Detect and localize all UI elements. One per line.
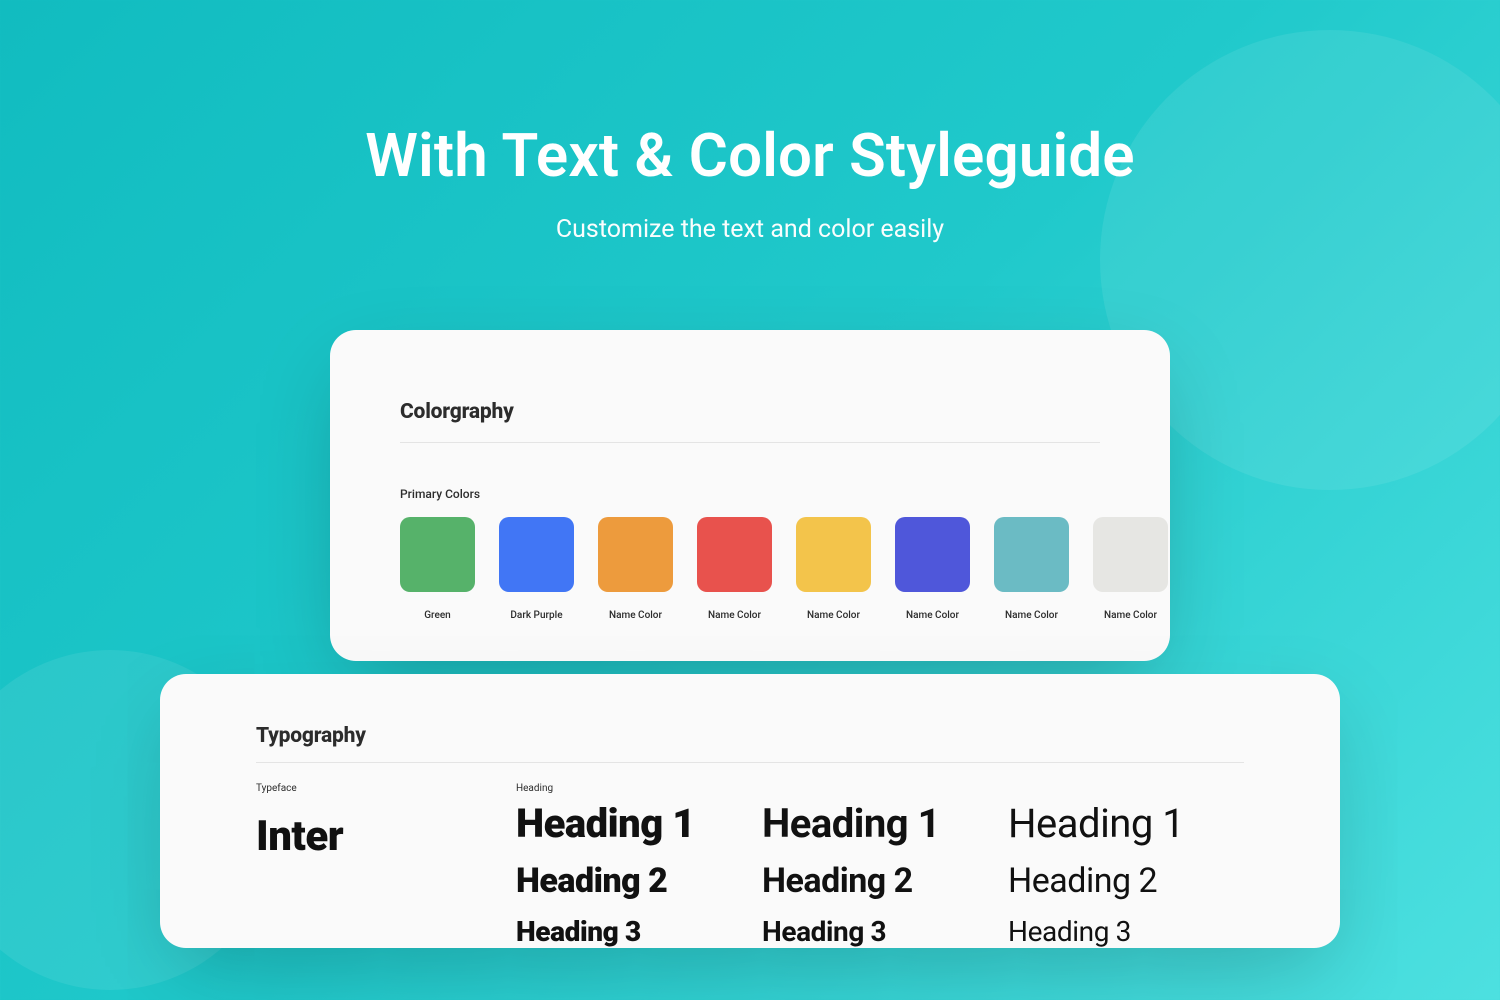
color-swatch[interactable] — [895, 517, 970, 592]
heading-sample: Heading 1 — [516, 800, 752, 847]
swatch-label: Name Color — [1005, 610, 1058, 621]
divider — [256, 762, 1244, 763]
heading-column-regular: Heading 1 Heading 2 Heading 3 — [1008, 783, 1244, 948]
swatch-item: Name Color — [598, 517, 673, 621]
heading-sample: Heading 1 — [762, 800, 998, 847]
swatch-item: Name Color — [1093, 517, 1168, 621]
column-label-spacer — [1008, 783, 1244, 794]
typeface-name: Inter — [256, 812, 506, 861]
swatch-label: Dark Purple — [510, 610, 562, 621]
heading-sample: Heading 1 — [1008, 800, 1244, 847]
heading-sample: Heading 2 — [762, 861, 998, 901]
divider — [400, 442, 1100, 443]
typography-card: Typography Typeface Inter Heading Headin… — [160, 674, 1340, 948]
swatch-item: Name Color — [895, 517, 970, 621]
color-swatch[interactable] — [994, 517, 1069, 592]
swatch-label: Name Color — [609, 610, 662, 621]
section-title: Colorgraphy — [400, 400, 1100, 424]
color-card: Colorgraphy Primary Colors Green Dark Pu… — [330, 330, 1170, 661]
heading-sample: Heading 2 — [516, 861, 752, 901]
swatch-label: Name Color — [708, 610, 761, 621]
page-subtitle: Customize the text and color easily — [0, 215, 1500, 244]
color-swatch[interactable] — [499, 517, 574, 592]
color-swatch[interactable] — [400, 517, 475, 592]
column-label: Typeface — [256, 783, 506, 794]
swatch-label: Name Color — [1104, 610, 1157, 621]
cards-stack: Colorgraphy Primary Colors Green Dark Pu… — [0, 330, 1500, 1000]
heading-column-semibold: Heading 1 Heading 2 Heading 3 — [762, 783, 998, 948]
column-label-spacer — [762, 783, 998, 794]
swatch-item: Dark Purple — [499, 517, 574, 621]
swatch-label: Name Color — [807, 610, 860, 621]
color-swatch[interactable] — [796, 517, 871, 592]
color-swatch[interactable] — [1093, 517, 1168, 592]
section-title: Typography — [256, 724, 1244, 748]
swatch-row: Green Dark Purple Name Color Name Color … — [400, 517, 1100, 621]
typeface-column: Typeface Inter — [256, 783, 506, 948]
swatch-item: Name Color — [796, 517, 871, 621]
heading-column-bold: Heading Heading 1 Heading 2 Heading 3 — [516, 783, 752, 948]
color-swatch[interactable] — [697, 517, 772, 592]
heading-sample: Heading 3 — [762, 915, 998, 948]
color-swatch[interactable] — [598, 517, 673, 592]
column-label: Heading — [516, 783, 752, 794]
heading-sample: Heading 3 — [516, 915, 752, 948]
swatch-label: Name Color — [906, 610, 959, 621]
heading-sample: Heading 2 — [1008, 861, 1244, 901]
swatch-item: Name Color — [994, 517, 1069, 621]
subheading: Primary Colors — [400, 487, 1100, 501]
swatch-label: Green — [424, 610, 451, 621]
swatch-item: Name Color — [697, 517, 772, 621]
heading-sample: Heading 3 — [1008, 915, 1244, 948]
swatch-item: Green — [400, 517, 475, 621]
